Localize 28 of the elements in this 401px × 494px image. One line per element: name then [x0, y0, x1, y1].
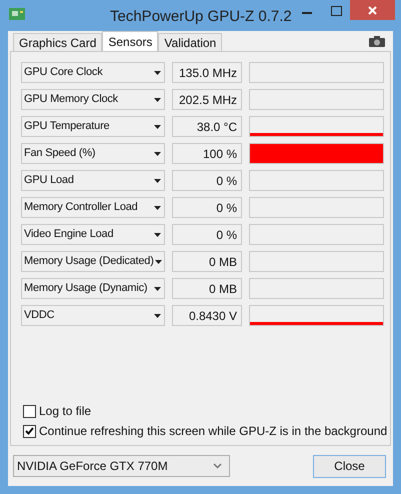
tab[interactable]: Sensors [102, 31, 158, 51]
tab[interactable]: Validation [158, 33, 222, 51]
sensor-value: 0 MB [172, 278, 242, 299]
checkbox-label: Continue refreshing this screen while GPU-Z is in the background [39, 423, 388, 440]
sensor-dropdown[interactable]: GPU Core Clock [21, 62, 165, 83]
sensor-dropdown[interactable]: Fan Speed (%) [21, 143, 165, 164]
window-title: TechPowerUp GPU-Z 0.7.2 [110, 7, 292, 27]
sensor-value: 38.0 °C [172, 116, 242, 137]
close-button[interactable]: Close [313, 454, 386, 478]
sensor-dropdown[interactable]: Video Engine Load [21, 224, 165, 245]
sensor-dropdown[interactable]: GPU Load [21, 170, 165, 191]
sensor-dropdown[interactable]: GPU Memory Clock [21, 89, 165, 110]
sensor-value: 202.5 MHz [172, 89, 242, 110]
sensor-value: 100 % [172, 143, 242, 164]
sensor-value: 0 % [172, 170, 242, 191]
sensor-dropdown[interactable]: Memory Usage (Dedicated) [21, 251, 165, 272]
sensor-dropdown[interactable]: VDDC [21, 305, 165, 326]
sensor-dropdown[interactable]: Memory Usage (Dynamic) [21, 278, 165, 299]
sensor-dropdown[interactable]: Memory Controller Load [21, 197, 165, 218]
sensor-value: 0 MB [172, 251, 242, 272]
gpu-dropdown[interactable]: NVIDIA GeForce GTX 770M [13, 455, 230, 477]
checkbox-label: Log to file [39, 403, 92, 420]
sensor-value: 135.0 MHz [172, 62, 242, 83]
sensor-dropdown[interactable]: GPU Temperature [21, 116, 165, 137]
tab[interactable]: Graphics Card [13, 33, 102, 51]
sensor-value: 0 % [172, 224, 242, 245]
sensor-value: 0 % [172, 197, 242, 218]
sensor-value: 0.8430 V [172, 305, 242, 326]
